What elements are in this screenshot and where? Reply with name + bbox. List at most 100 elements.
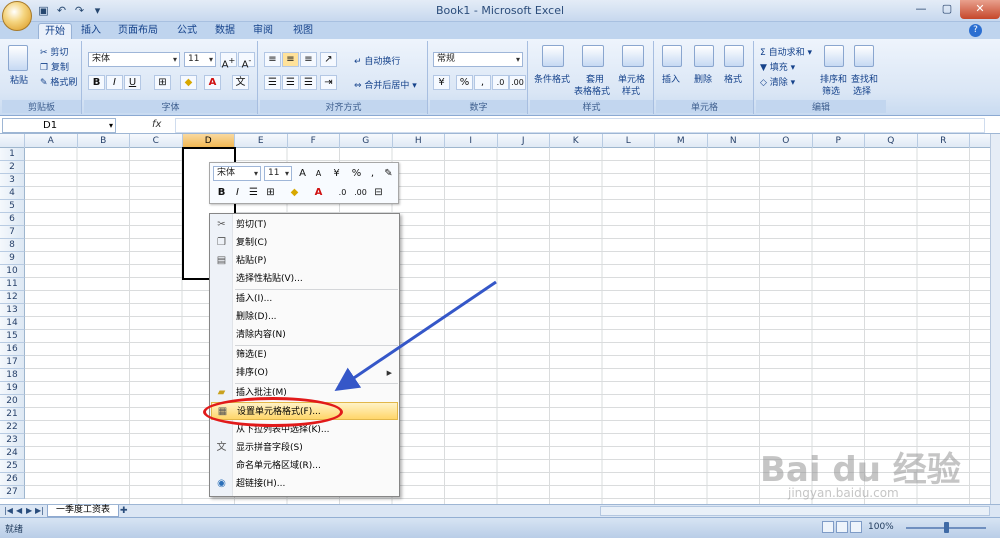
mini-bold-button[interactable]: B bbox=[213, 185, 230, 200]
decrease-decimal-icon[interactable]: .00 bbox=[352, 185, 369, 200]
font-size-select[interactable]: 11 bbox=[184, 52, 216, 67]
zoom-level[interactable]: 100% bbox=[868, 522, 894, 532]
paste-button[interactable]: 粘贴 bbox=[10, 73, 28, 86]
format-cells-icon[interactable] bbox=[724, 45, 744, 67]
formula-input[interactable] bbox=[175, 118, 985, 133]
menu-item-delete[interactable]: 删除(D)... bbox=[211, 308, 398, 326]
table-format-icon[interactable] bbox=[582, 45, 604, 67]
mini-percent-button[interactable]: % bbox=[348, 166, 365, 181]
column-header[interactable]: R bbox=[918, 134, 970, 148]
row-header[interactable]: 10 bbox=[0, 265, 25, 278]
row-header[interactable]: 21 bbox=[0, 408, 25, 421]
font-color-icon[interactable]: A bbox=[310, 185, 327, 200]
column-header[interactable]: J bbox=[498, 134, 550, 148]
column-header[interactable]: L bbox=[603, 134, 655, 148]
cut-button[interactable]: ✂ 剪切 bbox=[40, 45, 68, 58]
row-header[interactable]: 22 bbox=[0, 421, 25, 434]
help-icon[interactable]: ? bbox=[969, 24, 982, 37]
row-header[interactable]: 15 bbox=[0, 330, 25, 343]
column-header[interactable]: N bbox=[708, 134, 760, 148]
row-header[interactable]: 18 bbox=[0, 369, 25, 382]
shrink-font-icon[interactable]: A bbox=[310, 166, 327, 181]
menu-item-define-name[interactable]: 命名单元格区域(R)... bbox=[211, 457, 398, 475]
column-header[interactable]: B bbox=[78, 134, 130, 148]
copy-button[interactable]: ❐ 复制 bbox=[40, 60, 69, 73]
align-right-icon[interactable]: ☰ bbox=[300, 75, 317, 90]
row-header[interactable]: 7 bbox=[0, 226, 25, 239]
column-header[interactable]: I bbox=[445, 134, 498, 148]
row-header[interactable]: 14 bbox=[0, 317, 25, 330]
find-select-button-2[interactable]: 选择 bbox=[853, 84, 871, 97]
align-bottom-icon[interactable]: ≡ bbox=[300, 52, 317, 67]
align-middle-icon[interactable]: ≡ bbox=[282, 52, 299, 67]
mini-comma-button[interactable]: , bbox=[364, 166, 381, 181]
normal-view-icon[interactable] bbox=[822, 521, 834, 533]
align-center-icon[interactable]: ☰ bbox=[282, 75, 299, 90]
format-cells-button[interactable]: 格式 bbox=[724, 72, 742, 85]
row-header[interactable]: 8 bbox=[0, 239, 25, 252]
cell-styles-icon[interactable] bbox=[622, 45, 644, 67]
mini-size-select[interactable]: 11 bbox=[264, 166, 292, 181]
column-header[interactable]: E bbox=[235, 134, 288, 148]
row-header[interactable]: 4 bbox=[0, 187, 25, 200]
row-header[interactable]: 25 bbox=[0, 460, 25, 473]
menu-item-insert-comment[interactable]: ▰ 插入批注(M) bbox=[211, 384, 398, 402]
insert-cells-icon[interactable] bbox=[662, 45, 682, 67]
tab-review[interactable]: 审阅 bbox=[248, 23, 278, 39]
column-header[interactable]: H bbox=[393, 134, 445, 148]
wrap-text-button[interactable]: ↵ 自动换行 bbox=[354, 54, 400, 67]
find-select-icon[interactable] bbox=[854, 45, 874, 67]
shrink-font-icon[interactable]: A- bbox=[238, 52, 255, 70]
column-header[interactable]: M bbox=[655, 134, 708, 148]
row-header[interactable]: 17 bbox=[0, 356, 25, 369]
underline-button[interactable]: U bbox=[124, 75, 141, 90]
select-all-corner[interactable] bbox=[0, 134, 25, 148]
maximize-button[interactable]: ▢ bbox=[934, 0, 960, 19]
column-header[interactable]: O bbox=[760, 134, 813, 148]
row-header[interactable]: 5 bbox=[0, 200, 25, 213]
format-painter-button[interactable]: ✎ 格式刷 bbox=[40, 75, 77, 88]
grow-font-icon[interactable]: A+ bbox=[220, 52, 237, 70]
tab-view[interactable]: 视图 bbox=[288, 23, 318, 39]
align-left-icon[interactable]: ☰ bbox=[264, 75, 281, 90]
increase-decimal-icon[interactable]: .0 bbox=[492, 75, 509, 90]
tab-page-layout[interactable]: 页面布局 bbox=[114, 23, 162, 39]
row-header[interactable]: 13 bbox=[0, 304, 25, 317]
phonetic-guide-icon[interactable]: 文 bbox=[232, 75, 249, 90]
row-header[interactable]: 20 bbox=[0, 395, 25, 408]
sort-filter-button-2[interactable]: 筛选 bbox=[822, 84, 840, 97]
minimize-button[interactable]: — bbox=[908, 0, 934, 19]
borders-icon[interactable]: ⊞ bbox=[154, 75, 171, 90]
percent-button[interactable]: % bbox=[456, 75, 473, 90]
conditional-format-icon[interactable] bbox=[542, 45, 564, 67]
tab-insert[interactable]: 插入 bbox=[76, 23, 106, 39]
column-header[interactable]: C bbox=[130, 134, 183, 148]
bold-button[interactable]: B bbox=[88, 75, 105, 90]
autosum-button[interactable]: Σ 自动求和 ▾ bbox=[760, 45, 812, 58]
comma-button[interactable]: , bbox=[474, 75, 491, 90]
conditional-format-button[interactable]: 条件格式 bbox=[534, 72, 570, 85]
last-sheet-icon[interactable]: ▶| bbox=[35, 506, 44, 515]
brush-icon[interactable]: ✎ bbox=[380, 166, 397, 181]
menu-item-insert[interactable]: 插入(I)... bbox=[211, 290, 398, 308]
fill-color-icon[interactable]: ◆ bbox=[180, 75, 197, 90]
merge-center-button[interactable]: ⇔ 合并后居中 ▾ bbox=[354, 78, 417, 91]
currency-icon[interactable]: ¥ bbox=[328, 166, 345, 181]
row-header[interactable]: 16 bbox=[0, 343, 25, 356]
column-header[interactable]: F bbox=[288, 134, 340, 148]
grow-font-icon[interactable]: A bbox=[294, 166, 311, 181]
tab-data[interactable]: 数据 bbox=[210, 23, 240, 39]
menu-item-cut[interactable]: ✂ 剪切(T) bbox=[211, 216, 398, 234]
row-header[interactable]: 24 bbox=[0, 447, 25, 460]
column-header[interactable]: P bbox=[813, 134, 865, 148]
menu-item-hyperlink[interactable]: ◉ 超链接(H)... bbox=[211, 475, 398, 493]
row-header[interactable]: 11 bbox=[0, 278, 25, 291]
italic-button[interactable]: I bbox=[106, 75, 123, 90]
currency-icon[interactable]: ¥ bbox=[433, 75, 450, 90]
menu-item-format-cells[interactable]: ▦ 设置单元格格式(F)... bbox=[211, 402, 398, 420]
table-format-button-2[interactable]: 表格格式 bbox=[574, 84, 610, 97]
menu-item-paste-special[interactable]: 选择性粘贴(V)... bbox=[211, 270, 398, 288]
office-button[interactable] bbox=[2, 1, 32, 31]
font-color-icon[interactable]: A bbox=[204, 75, 221, 90]
delete-cells-button[interactable]: 删除 bbox=[694, 72, 712, 85]
